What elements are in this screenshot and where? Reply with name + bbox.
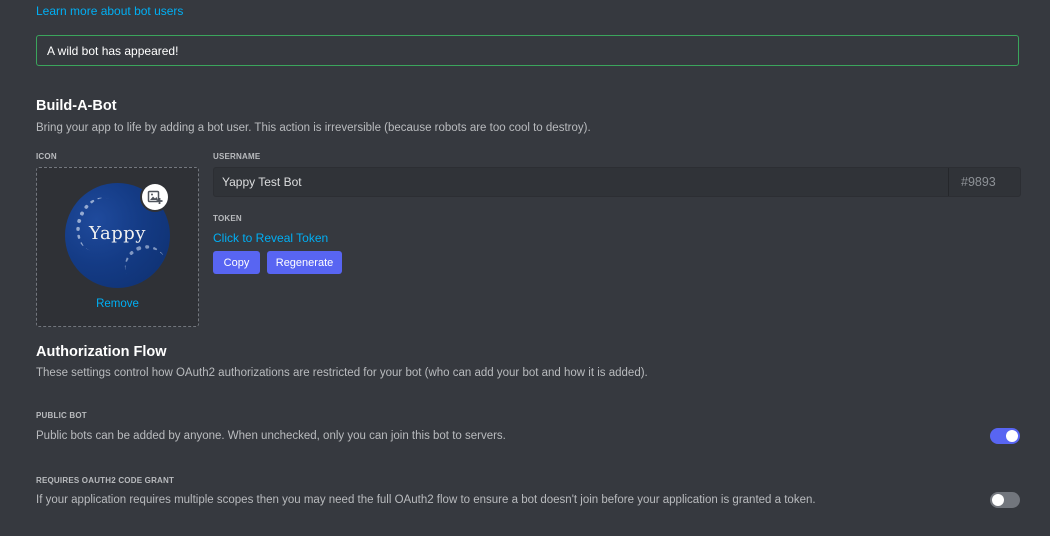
public-bot-description: Public bots can be added by anyone. When…	[36, 430, 506, 442]
oauth2-code-grant-label: REQUIRES OAUTH2 CODE GRANT	[36, 476, 175, 485]
icon-label: ICON	[36, 152, 57, 161]
username-label: USERNAME	[213, 152, 261, 161]
reveal-token-link[interactable]: Click to Reveal Token	[213, 231, 328, 245]
avatar-text: Yappy	[89, 223, 146, 244]
oauth2-code-grant-toggle[interactable]	[990, 492, 1020, 508]
bot-settings-page: Learn more about bot users A wild bot ha…	[0, 0, 1050, 536]
learn-more-bot-users-link[interactable]: Learn more about bot users	[36, 4, 183, 18]
build-a-bot-description: Bring your app to life by adding a bot u…	[36, 122, 591, 134]
bot-icon-uploader[interactable]: Yappy Remove	[36, 167, 199, 327]
success-alert: A wild bot has appeared!	[36, 35, 1019, 66]
build-a-bot-title: Build-A-Bot	[36, 98, 117, 114]
token-label: TOKEN	[213, 214, 242, 223]
discriminator: #9893	[948, 168, 1020, 196]
oauth2-code-grant-description: If your application requires multiple sc…	[36, 494, 816, 506]
username-input[interactable]	[214, 167, 948, 197]
authorization-flow-title: Authorization Flow	[36, 344, 167, 360]
username-field: #9893	[213, 167, 1021, 197]
copy-token-button[interactable]: Copy	[213, 251, 260, 274]
regenerate-token-button[interactable]: Regenerate	[267, 251, 342, 274]
public-bot-label: PUBLIC BOT	[36, 411, 87, 420]
public-bot-toggle[interactable]	[990, 428, 1020, 444]
remove-icon-link[interactable]: Remove	[37, 298, 198, 310]
upload-image-icon[interactable]	[142, 184, 168, 210]
authorization-flow-description: These settings control how OAuth2 author…	[36, 367, 648, 379]
avatar-decoration	[118, 239, 170, 288]
toggle-knob	[1006, 430, 1018, 442]
toggle-knob	[992, 494, 1004, 506]
alert-text: A wild bot has appeared!	[47, 43, 179, 58]
